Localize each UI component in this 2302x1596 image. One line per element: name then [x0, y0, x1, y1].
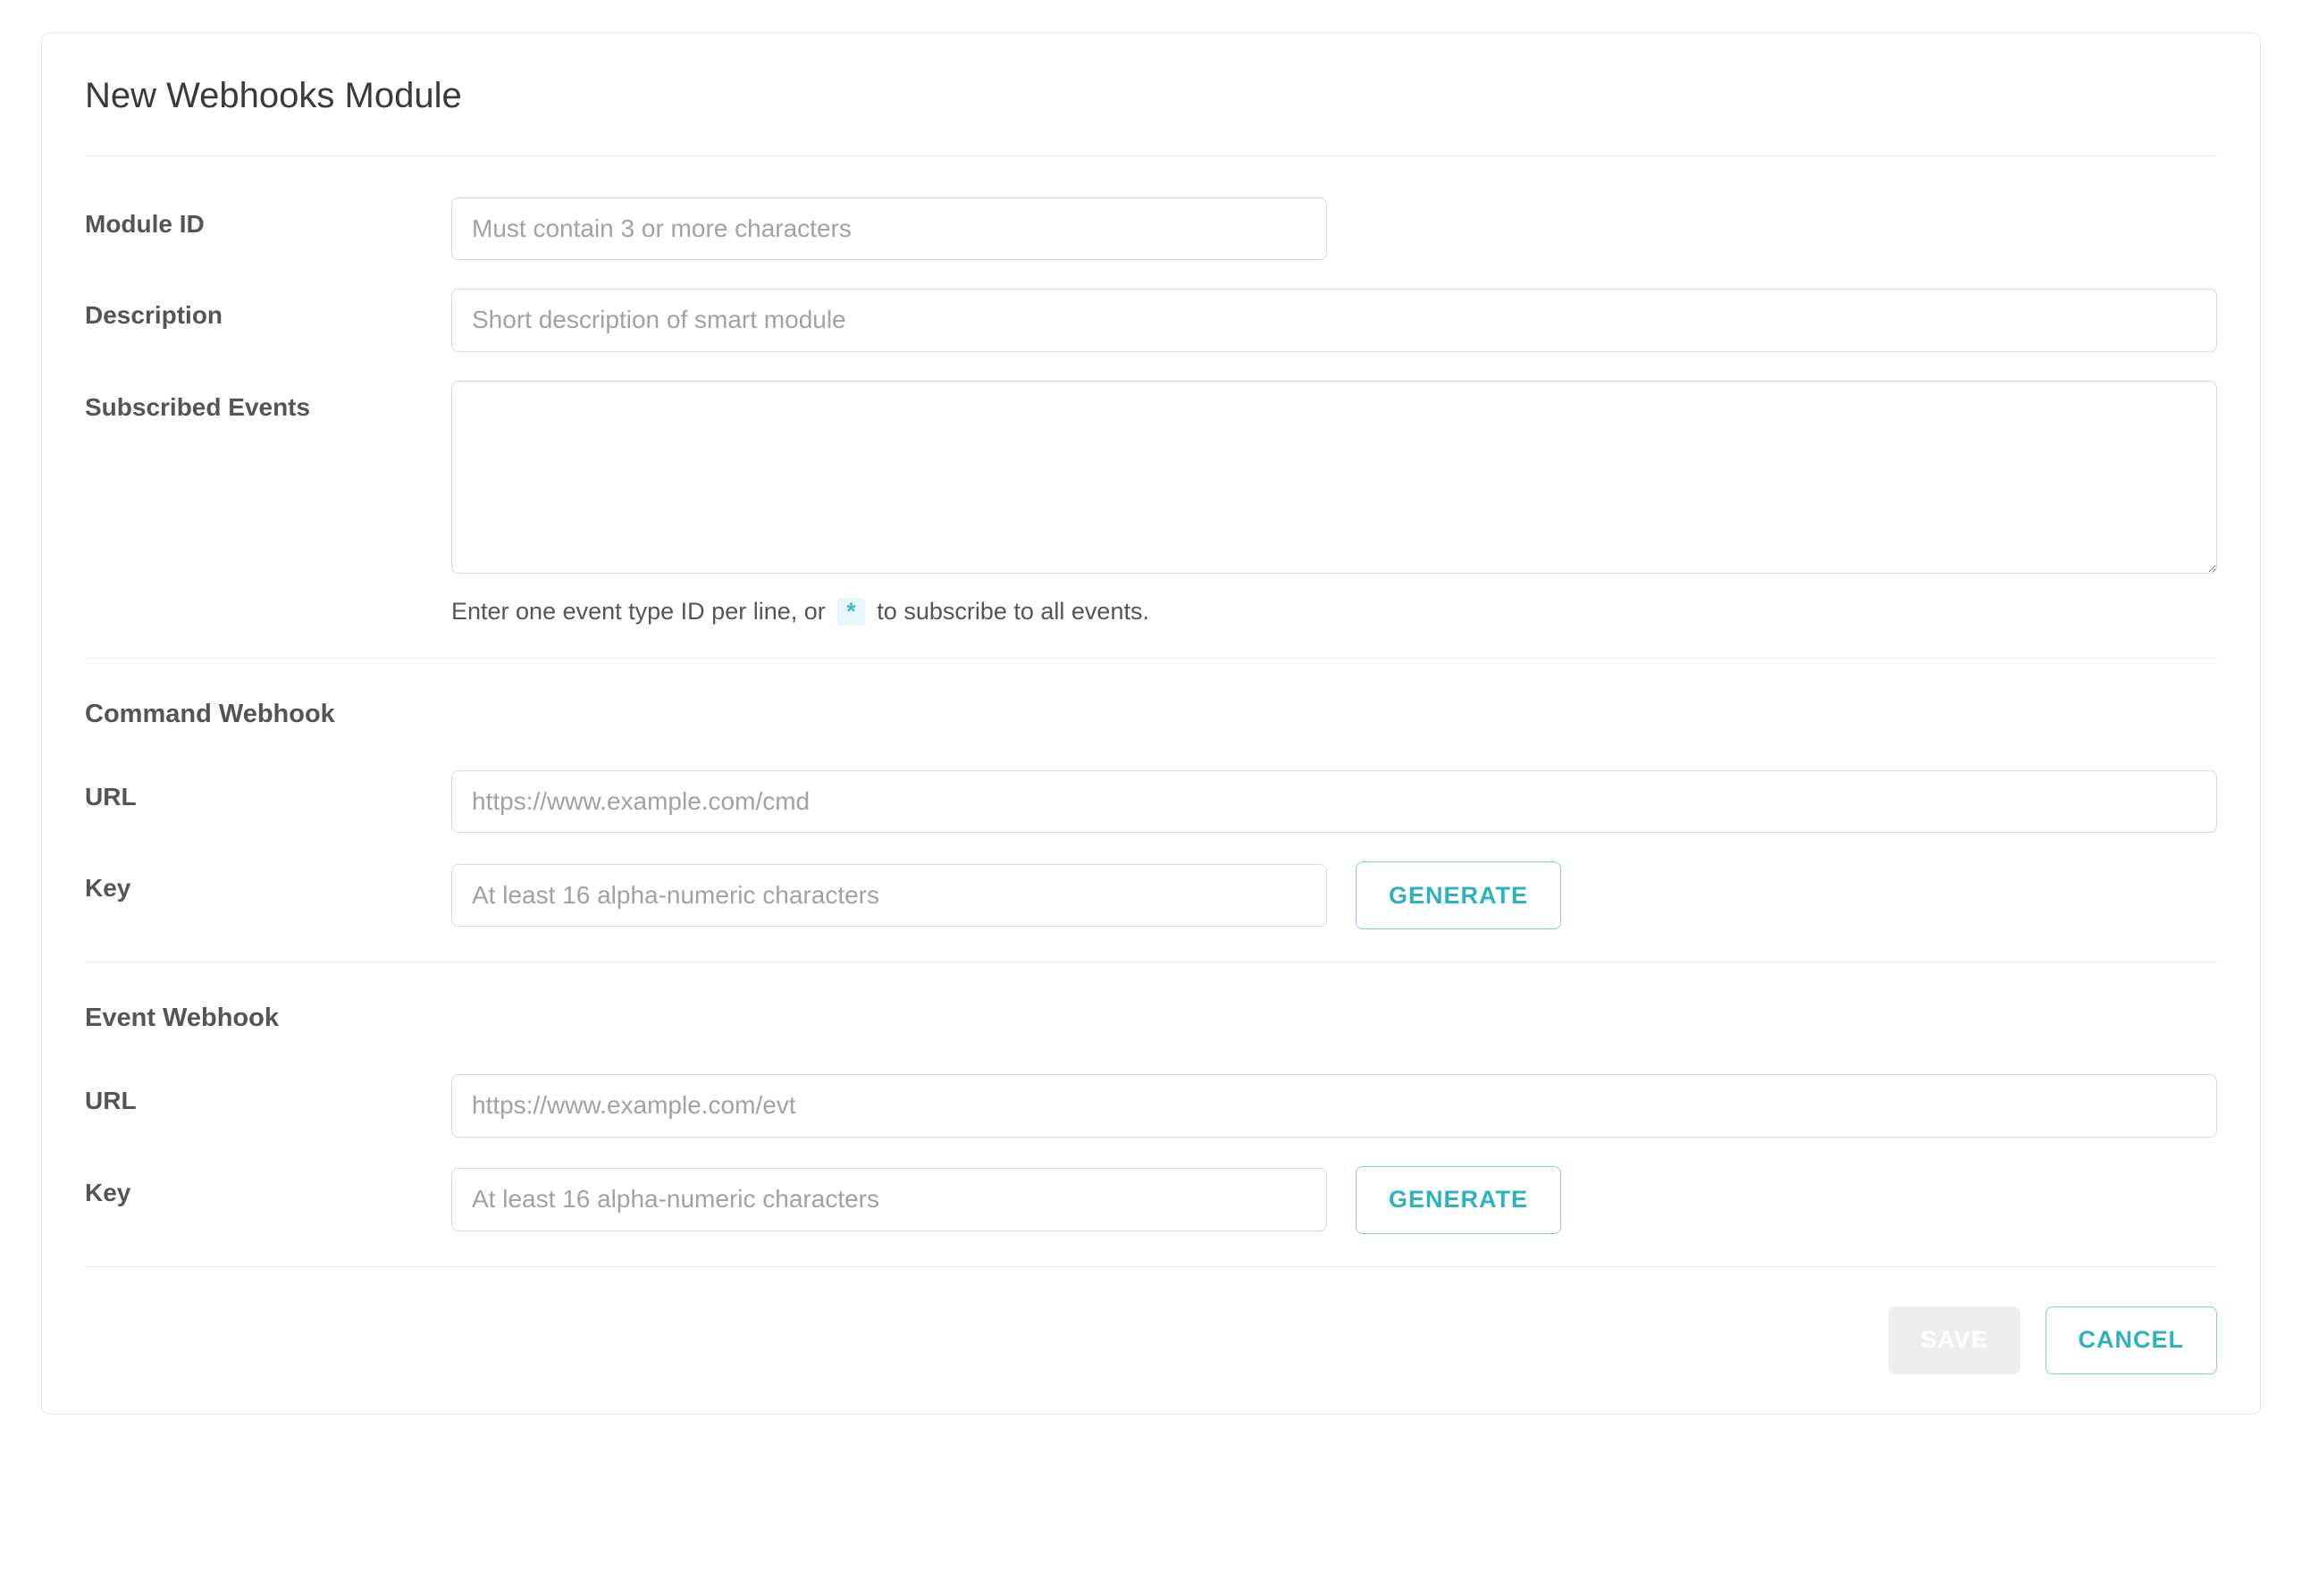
label-module-id: Module ID — [85, 197, 451, 239]
section-title-event: Event Webhook — [85, 1004, 2217, 1033]
label-command-key: Key — [85, 861, 451, 903]
subscribed-events-helper: Enter one event type ID per line, or * t… — [451, 598, 2217, 626]
label-event-key: Key — [85, 1166, 451, 1207]
subscribed-events-textarea[interactable] — [451, 381, 2217, 574]
section-general: Module ID Description Subscribed Events … — [85, 156, 2217, 658]
label-subscribed-events: Subscribed Events — [85, 381, 451, 422]
footer-actions: SAVE CANCEL — [85, 1267, 2217, 1374]
asterisk-chip: * — [837, 598, 865, 626]
label-description: Description — [85, 289, 451, 330]
generate-event-key-button[interactable]: GENERATE — [1356, 1166, 1561, 1234]
section-command-webhook: Command Webhook URL Key GENERATE — [85, 659, 2217, 962]
cancel-button[interactable]: CANCEL — [2046, 1306, 2218, 1374]
subscribed-events-helper-suffix: to subscribe to all events. — [877, 598, 1149, 625]
section-title-command: Command Webhook — [85, 700, 2217, 729]
event-key-input[interactable] — [451, 1168, 1327, 1231]
page-title: New Webhooks Module — [85, 76, 2217, 116]
section-event-webhook: Event Webhook URL Key GENERATE — [85, 962, 2217, 1265]
generate-command-key-button[interactable]: GENERATE — [1356, 861, 1561, 929]
event-url-input[interactable] — [451, 1074, 2217, 1137]
module-id-input[interactable] — [451, 197, 1327, 260]
command-key-input[interactable] — [451, 864, 1327, 927]
command-url-input[interactable] — [451, 770, 2217, 833]
subscribed-events-helper-prefix: Enter one event type ID per line, or — [451, 598, 826, 625]
save-button[interactable]: SAVE — [1888, 1306, 2021, 1374]
label-event-url: URL — [85, 1074, 451, 1115]
description-input[interactable] — [451, 289, 2217, 351]
webhooks-module-card: New Webhooks Module Module ID Descriptio… — [41, 32, 2261, 1415]
label-command-url: URL — [85, 770, 451, 811]
